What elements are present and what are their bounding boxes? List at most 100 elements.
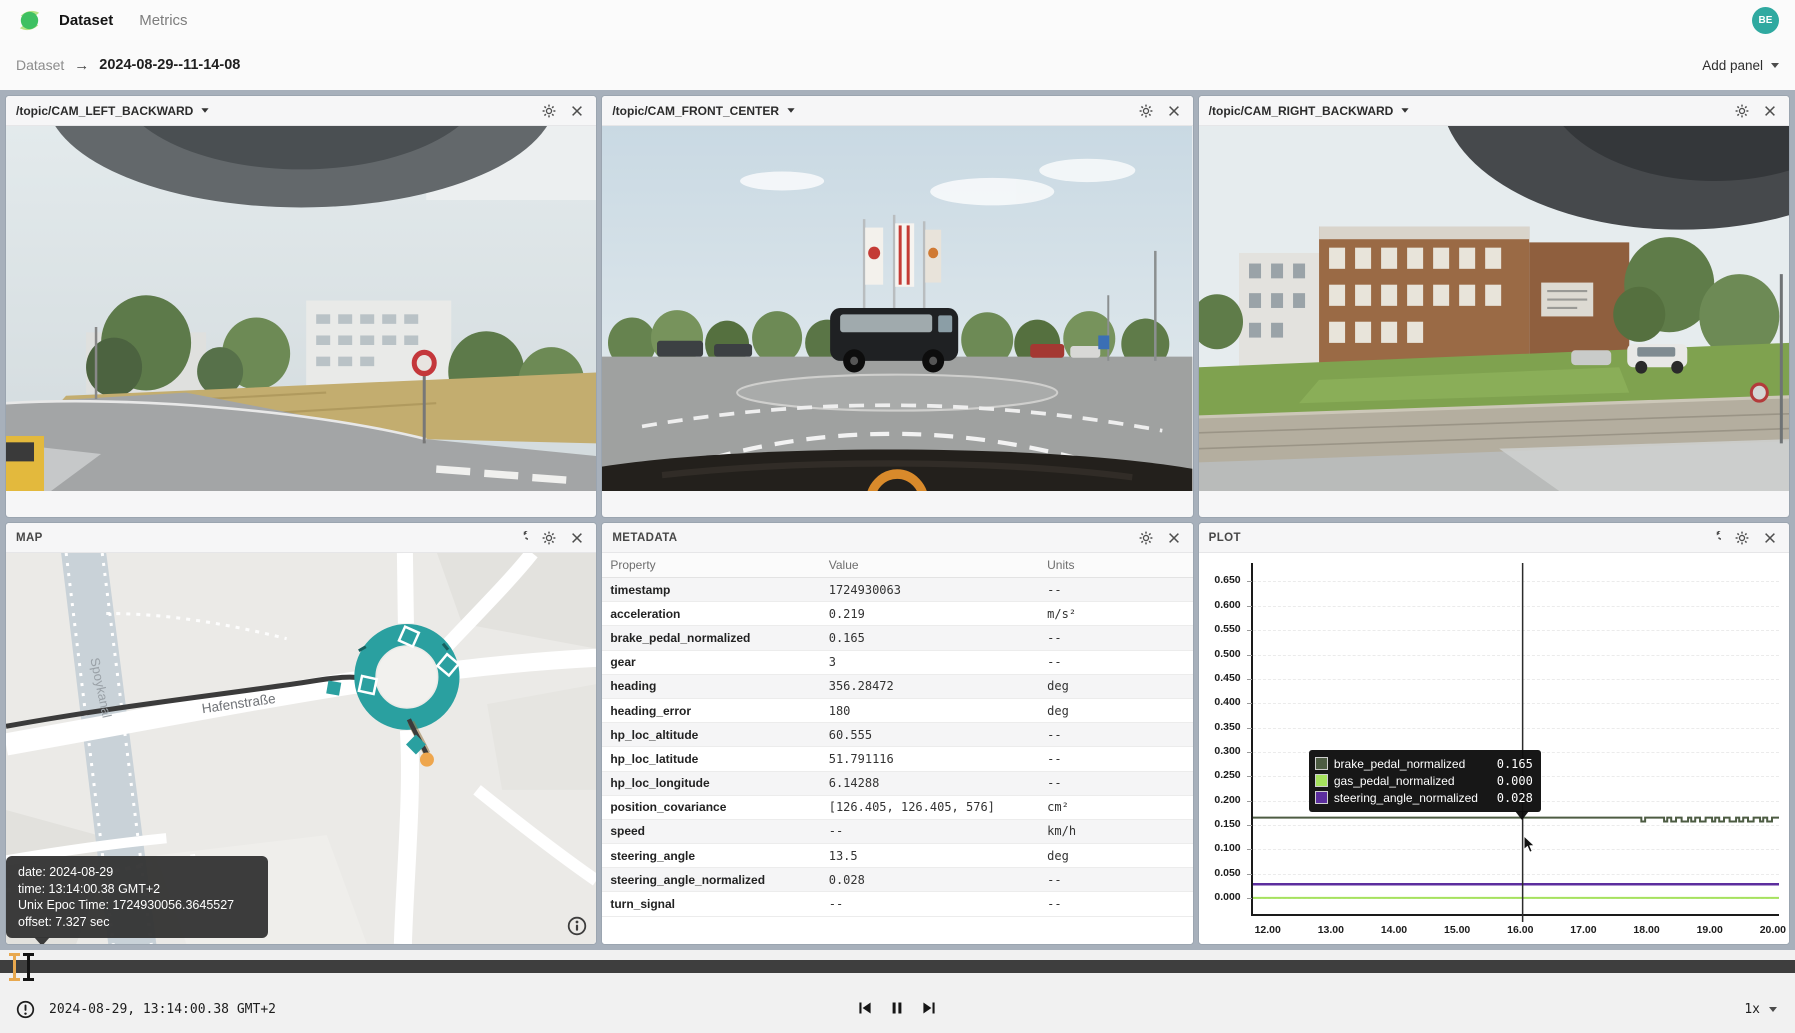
close-icon — [1167, 104, 1181, 118]
skip-to-end-button[interactable] — [921, 1000, 939, 1018]
metadata-property: heading_error — [602, 698, 820, 722]
app-logo-icon[interactable] — [16, 7, 43, 34]
metadata-row: hp_loc_altitude60.555-- — [602, 723, 1192, 747]
y-tick-mark — [1247, 703, 1252, 704]
x-tick-label: 19.00 — [1686, 924, 1734, 936]
camera-view-right-backward[interactable] — [1199, 126, 1789, 517]
metadata-table-container: PropertyValueUnits timestamp1724930063--… — [602, 553, 1192, 944]
y-tick-label: 0.100 — [1214, 842, 1240, 854]
top-nav-bar: Dataset Metrics BE — [0, 0, 1795, 40]
refresh-button[interactable] — [1705, 529, 1723, 547]
skip-to-start-button[interactable] — [857, 1000, 875, 1018]
topic-selector-cam-front[interactable]: /topic/CAM_FRONT_CENTER — [612, 104, 795, 118]
y-tick-mark — [1247, 776, 1252, 777]
y-tick-mark — [1247, 655, 1252, 656]
metadata-row: timestamp1724930063-- — [602, 578, 1192, 602]
metadata-units: cm² — [1039, 795, 1193, 819]
chevron-down-icon — [787, 108, 794, 113]
plot-view: 0.0000.0500.1000.1500.2000.2500.3000.350… — [1199, 553, 1789, 944]
playback-speed-selector[interactable]: 1x — [1744, 1002, 1760, 1017]
tab-dataset[interactable]: Dataset — [59, 12, 113, 29]
chevron-down-icon — [202, 108, 209, 113]
settings-button[interactable] — [1733, 102, 1751, 120]
breadcrumb-root[interactable]: Dataset — [16, 57, 64, 73]
camera-view-front-center[interactable] — [602, 126, 1192, 517]
close-panel-button[interactable] — [1165, 529, 1183, 547]
timeline-marker-cursor[interactable] — [22, 953, 35, 981]
metadata-value: 356.28472 — [821, 674, 1039, 698]
metadata-value: 0.165 — [821, 626, 1039, 650]
y-tick-mark — [1247, 679, 1252, 680]
topic-title: /topic/CAM_RIGHT_BACKWARD — [1209, 104, 1394, 118]
settings-button[interactable] — [1137, 102, 1155, 120]
tab-metrics[interactable]: Metrics — [139, 12, 187, 29]
metadata-value: 13.5 — [821, 844, 1039, 868]
info-icon[interactable] — [567, 916, 587, 936]
panel-title-plot: PLOT — [1209, 532, 1241, 544]
plot-tooltip: brake_pedal_normalized0.165gas_pedal_nor… — [1309, 750, 1541, 812]
timeline-marker-current[interactable] — [8, 953, 21, 981]
panel-header: /topic/CAM_LEFT_BACKWARD — [6, 96, 596, 126]
y-tick-mark — [1247, 825, 1252, 826]
metadata-property: steering_angle_normalized — [602, 868, 820, 892]
metadata-property: gear — [602, 650, 820, 674]
close-panel-button[interactable] — [1761, 102, 1779, 120]
settings-button[interactable] — [1733, 529, 1751, 547]
metadata-value: 1724930063 — [821, 578, 1039, 602]
plot-x-axis: 12.0013.0014.0015.0016.0017.0018.0019.00… — [1251, 920, 1779, 942]
panel-header: PLOT — [1199, 523, 1789, 553]
camera-view-left-backward[interactable] — [6, 126, 596, 517]
y-tick-mark — [1247, 728, 1252, 729]
pause-button[interactable] — [889, 1000, 907, 1018]
refresh-icon — [1707, 531, 1721, 545]
topic-selector-cam-right[interactable]: /topic/CAM_RIGHT_BACKWARD — [1209, 104, 1410, 118]
metadata-column-header: Units — [1039, 553, 1193, 578]
y-tick-label: 0.600 — [1214, 599, 1240, 611]
metadata-units: km/h — [1039, 819, 1193, 843]
metadata-table: PropertyValueUnits timestamp1724930063--… — [602, 553, 1192, 917]
refresh-icon — [514, 531, 528, 545]
legend-value: 0.000 — [1497, 774, 1533, 788]
settings-button[interactable] — [540, 529, 558, 547]
refresh-button[interactable] — [512, 529, 530, 547]
panel-grid: /topic/CAM_LEFT_BACKWARD — [0, 90, 1795, 950]
close-panel-button[interactable] — [1165, 102, 1183, 120]
playback-timeline: 2024-08-29, 13:14:00.38 GMT+2 1x — [0, 950, 1795, 1033]
y-tick-mark — [1247, 849, 1252, 850]
settings-button[interactable] — [540, 102, 558, 120]
metadata-row: hp_loc_latitude51.791116-- — [602, 747, 1192, 771]
gear-icon — [542, 531, 556, 545]
metadata-units: -- — [1039, 650, 1193, 674]
y-tick-label: 0.200 — [1214, 794, 1240, 806]
settings-button[interactable] — [1137, 529, 1155, 547]
metadata-row: steering_angle13.5deg — [602, 844, 1192, 868]
panel-cam-left-backward: /topic/CAM_LEFT_BACKWARD — [6, 96, 596, 517]
y-tick-mark — [1247, 801, 1252, 802]
panel-header: /topic/CAM_RIGHT_BACKWARD — [1199, 96, 1789, 126]
plot-area[interactable]: brake_pedal_normalized0.165gas_pedal_nor… — [1251, 563, 1779, 916]
alert-icon[interactable] — [16, 1000, 35, 1019]
metadata-units: deg — [1039, 674, 1193, 698]
topic-selector-cam-left[interactable]: /topic/CAM_LEFT_BACKWARD — [16, 104, 209, 118]
panel-header: MAP — [6, 523, 596, 553]
close-icon — [570, 104, 584, 118]
legend-swatch-icon — [1315, 791, 1328, 804]
legend-value: 0.165 — [1497, 757, 1533, 771]
metadata-property: hp_loc_latitude — [602, 747, 820, 771]
metadata-units: -- — [1039, 892, 1193, 916]
close-panel-button[interactable] — [1761, 529, 1779, 547]
metadata-row: position_covariance[126.405, 126.405, 57… — [602, 795, 1192, 819]
y-tick-label: 0.050 — [1214, 867, 1240, 879]
y-tick-label: 0.550 — [1214, 623, 1240, 635]
chevron-down-icon[interactable] — [1769, 1007, 1777, 1012]
add-panel-button[interactable]: Add panel — [1702, 58, 1779, 73]
metadata-value: -- — [821, 819, 1039, 843]
metadata-units: m/s² — [1039, 602, 1193, 626]
close-panel-button[interactable] — [568, 529, 586, 547]
avatar[interactable]: BE — [1752, 7, 1779, 34]
close-panel-button[interactable] — [568, 102, 586, 120]
panel-cam-right-backward: /topic/CAM_RIGHT_BACKWARD — [1199, 96, 1789, 517]
metadata-property: timestamp — [602, 578, 820, 602]
y-tick-label: 0.250 — [1214, 769, 1240, 781]
timeline-track[interactable] — [0, 960, 1795, 973]
